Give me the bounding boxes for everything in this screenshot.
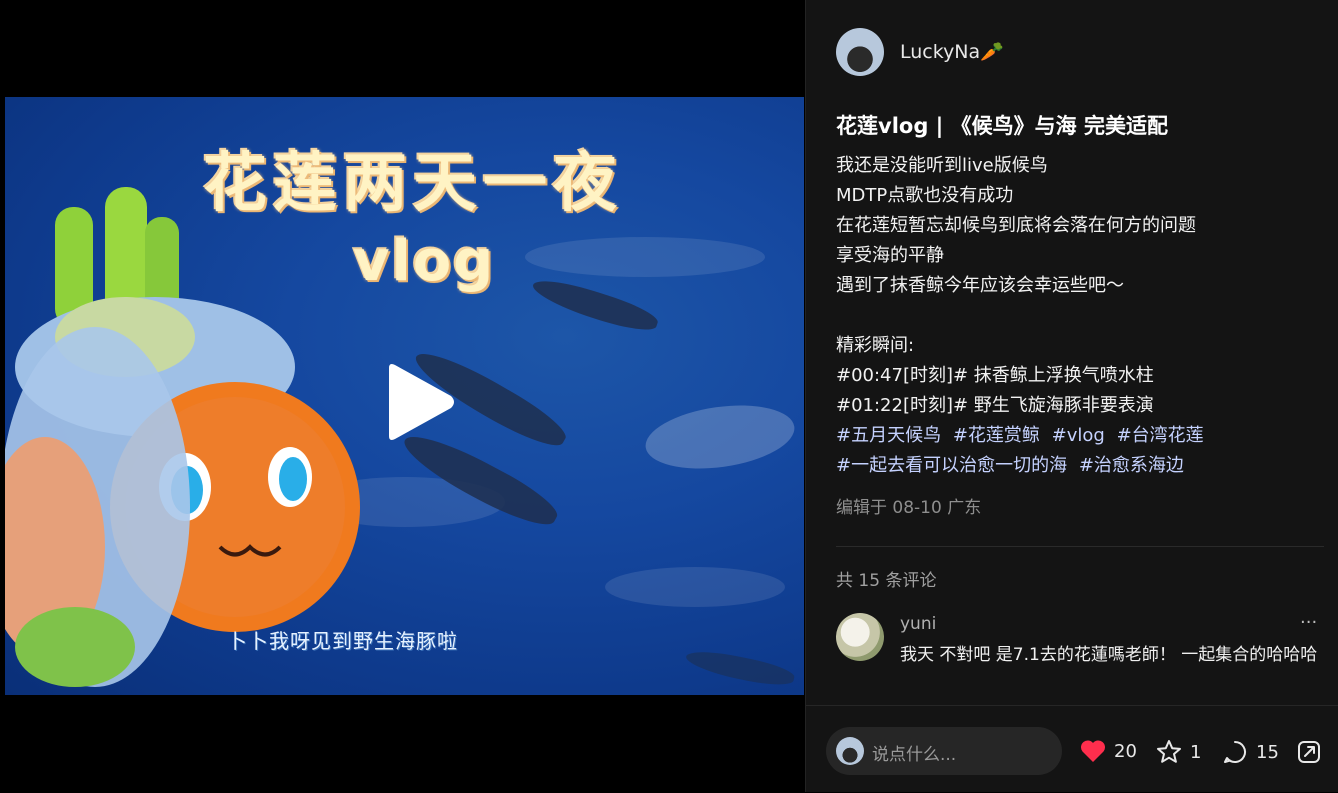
hashtag-link[interactable]: #花莲赏鲸 — [953, 425, 1040, 446]
plush-toy-image — [5, 187, 360, 687]
wave-ripple — [525, 237, 765, 277]
post-line: MDTP点歌也没有成功 — [836, 185, 1014, 206]
author-name[interactable]: LuckyNa🥕 — [900, 40, 1004, 63]
post-line — [836, 301, 1210, 331]
commenter-avatar[interactable] — [836, 613, 884, 661]
comment-button[interactable]: 15 — [1222, 739, 1279, 765]
collect-count: 1 — [1190, 741, 1202, 763]
star-icon — [1157, 740, 1181, 763]
play-icon[interactable] — [381, 362, 457, 442]
post-line: 遇到了抹香鲸今年应该会幸运些吧～ — [836, 275, 1124, 296]
collect-button[interactable]: 1 — [1156, 739, 1201, 765]
post-line: 在花莲短暂忘却候鸟到底将会落在何方的问题 — [836, 215, 1196, 236]
post-line: 精彩瞬间: — [836, 335, 915, 356]
share-icon — [1298, 741, 1320, 763]
post-line: 享受海的平静 — [836, 245, 944, 266]
hashtag-link[interactable]: #台湾花莲 — [1117, 425, 1204, 446]
edit-info: 编辑于 08-10 广东 — [836, 498, 982, 518]
post-body: 我还是没能听到live版候鸟 MDTP点歌也没有成功 在花莲短暂忘却候鸟到底将会… — [836, 151, 1210, 481]
tag-row: #一起去看可以治愈一切的海 #治愈系海边 — [836, 451, 1210, 481]
comment-author[interactable]: yuni — [900, 614, 936, 634]
comment-count-badge: 15 — [1256, 741, 1279, 763]
hashtag-link[interactable]: #vlog — [1052, 425, 1105, 446]
share-button[interactable] — [1296, 739, 1322, 765]
like-button[interactable]: 20 — [1080, 739, 1137, 763]
comment-count: 共 15 条评论 — [836, 571, 937, 591]
video-caption: 卜卜我呀见到野生海豚啦 — [227, 629, 458, 653]
like-count: 20 — [1114, 740, 1137, 762]
dolphin — [529, 272, 661, 338]
hashtag-link[interactable]: #一起去看可以治愈一切的海 — [836, 455, 1067, 476]
comment-bubble-icon — [1224, 741, 1246, 763]
comment-input-placeholder: 说点什么... — [872, 745, 957, 765]
wave-ripple — [605, 567, 785, 607]
author-avatar[interactable] — [836, 28, 884, 76]
wave-foam — [641, 396, 799, 478]
post-line: 我还是没能听到live版候鸟 — [836, 155, 1048, 176]
ellipsis-icon[interactable]: ··· — [1300, 612, 1317, 633]
timestamp-link[interactable]: #00:47[时刻]# 抹香鲸上浮换气喷水柱 — [836, 361, 1210, 391]
comment-text: 我天 不對吧 是7.1去的花蓮嗎老師！ 一起集合的哈哈哈 — [900, 645, 1318, 665]
video-overlay-subtitle: vlog — [353, 229, 496, 294]
user-avatar — [836, 737, 864, 765]
dolphin — [683, 645, 797, 691]
timestamp-link[interactable]: #01:22[时刻]# 野生飞旋海豚非要表演 — [836, 391, 1210, 421]
video-panel: 花莲两天一夜 vlog 卜卜我呀见到野生海豚啦 — [0, 0, 805, 792]
hashtag-link[interactable]: #五月天候鸟 — [836, 425, 941, 446]
video-overlay-title: 花莲两天一夜 — [203, 147, 623, 221]
comment-input[interactable]: 说点什么... — [826, 727, 1062, 775]
heart-icon — [1080, 740, 1106, 762]
video-player[interactable]: 花莲两天一夜 vlog 卜卜我呀见到野生海豚啦 — [5, 97, 804, 695]
post-title: 花莲vlog | 《候鸟》与海 完美适配 — [836, 114, 1168, 138]
tag-row: #五月天候鸟 #花莲赏鲸 #vlog #台湾花莲 — [836, 421, 1210, 451]
post-detail-panel: LuckyNa🥕 花莲vlog | 《候鸟》与海 完美适配 我还是没能听到liv… — [805, 0, 1338, 792]
hashtag-link[interactable]: #治愈系海边 — [1079, 455, 1184, 476]
divider — [836, 546, 1324, 547]
engagement-bar: 说点什么... 20 1 15 — [806, 705, 1338, 793]
